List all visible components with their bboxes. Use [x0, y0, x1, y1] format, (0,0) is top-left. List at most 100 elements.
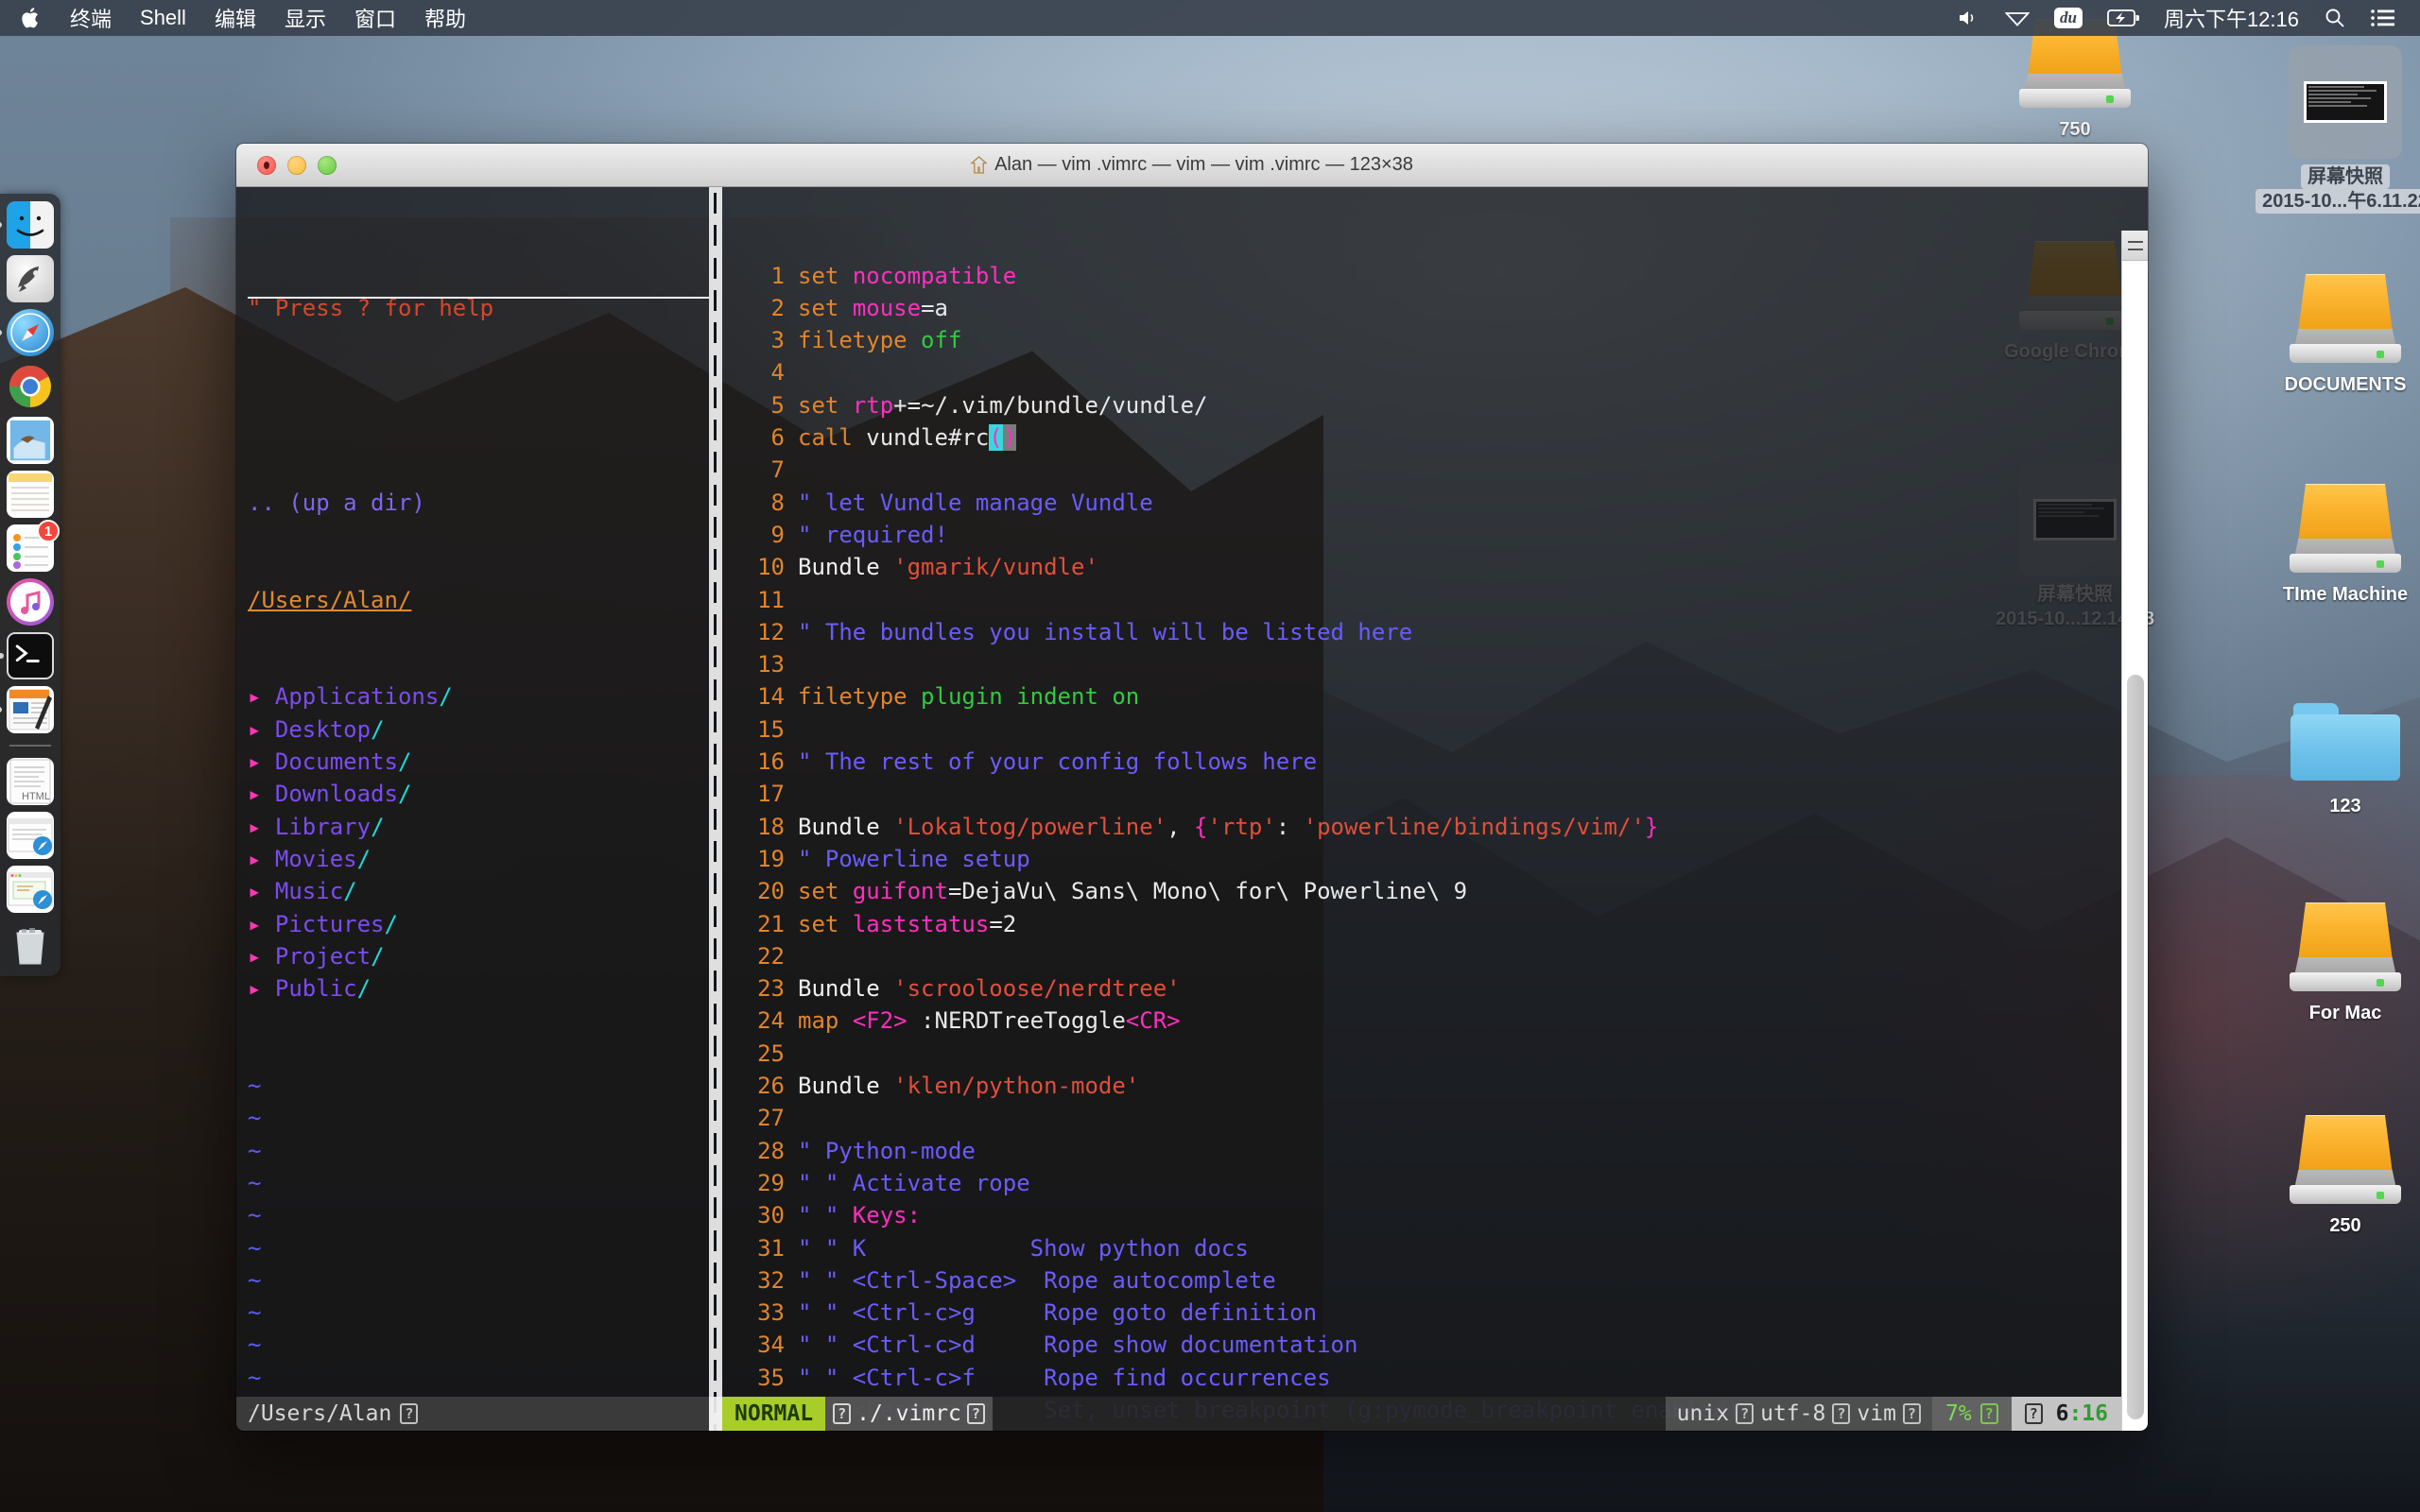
code-line-29[interactable]: 29 " " Activate rope	[722, 1167, 2148, 1199]
code-line-3[interactable]: 3 filetype off	[722, 324, 2148, 356]
code-line-28[interactable]: 28 " Python-mode	[722, 1135, 2148, 1167]
code-line-31[interactable]: 31 " " K Show python docs	[722, 1232, 2148, 1264]
code-line-6[interactable]: 6 call vundle#rc()	[722, 421, 2148, 454]
dock-item-safari-document-2[interactable]	[7, 866, 54, 913]
dock-item-trash[interactable]	[7, 919, 54, 967]
menu-item-view[interactable]: 显示	[285, 3, 326, 33]
nerdtree-item-project[interactable]: ▸ Project/	[248, 940, 709, 972]
menu-item-window[interactable]: 窗口	[354, 3, 396, 33]
code-line-9[interactable]: 9 " required!	[722, 519, 2148, 551]
desktop-icon-drive-750[interactable]: 750	[1985, 19, 2165, 142]
code-line-16[interactable]: 16 " The rest of your config follows here	[722, 746, 2148, 778]
menu-item-help[interactable]: 帮助	[424, 3, 466, 33]
code-line-19[interactable]: 19 " Powerline setup	[722, 843, 2148, 875]
split-bar-dash	[714, 193, 717, 214]
code-line-14[interactable]: 14 filetype plugin indent on	[722, 680, 2148, 713]
menu-bar-clock[interactable]: 周六下午12:16	[2164, 3, 2299, 33]
battery-charging-icon[interactable]	[2107, 9, 2139, 27]
code-line-17[interactable]: 17	[722, 778, 2148, 810]
line-number: 12	[757, 618, 785, 645]
code-line-15[interactable]: 15	[722, 713, 2148, 746]
dock-item-html-document[interactable]: HTML	[7, 758, 54, 805]
dock-item-reminders[interactable]: 1	[7, 520, 60, 572]
dock-item-safari-document-1[interactable]	[7, 812, 54, 859]
nerdtree-item-music[interactable]: ▸ Music/	[248, 875, 709, 907]
dock-item-safari[interactable]	[0, 309, 54, 356]
code-line-2[interactable]: 2 set mouse=a	[722, 292, 2148, 324]
code-line-24[interactable]: 24 map <F2> :NERDTreeToggle<CR>	[722, 1005, 2148, 1037]
code-line-12[interactable]: 12 " The bundles you install will be list…	[722, 616, 2148, 648]
notification-center-icon[interactable]	[2371, 8, 2395, 28]
window-scrollbar[interactable]	[2121, 231, 2148, 1431]
code-line-35[interactable]: 35 " " <Ctrl-c>f Rope find occurrences	[722, 1362, 2148, 1394]
code-line-13[interactable]: 13	[722, 648, 2148, 680]
nerdtree-item-documents[interactable]: ▸ Documents/	[248, 746, 709, 778]
code-line-30[interactable]: 30 " " Keys:	[722, 1199, 2148, 1231]
desktop-icon-drive-documents[interactable]: DOCUMENTS	[2256, 274, 2420, 397]
dock-item-notes[interactable]	[7, 471, 54, 518]
scrollbar-thumb[interactable]	[2127, 675, 2144, 1419]
nerdtree-item-public[interactable]: ▸ Public/	[248, 972, 709, 1005]
code-line-32[interactable]: 32 " " <Ctrl-Space> Rope autocomplete	[722, 1264, 2148, 1297]
dock-item-mail[interactable]	[7, 417, 54, 464]
code-line-7[interactable]: 7	[722, 454, 2148, 486]
code-line-22[interactable]: 22	[722, 940, 2148, 972]
nerdtree-empty-row: ~	[248, 1137, 262, 1164]
desktop-icon-folder-123[interactable]: 123	[2256, 699, 2420, 818]
dock-item-terminal[interactable]	[0, 632, 54, 679]
terminal-body[interactable]: " Press ? for help .. (up a dir) /Users/…	[236, 187, 2148, 1431]
terminal-title-bar[interactable]: Alan — vim .vimrc — vim — vim .vimrc — 1…	[236, 144, 2148, 187]
apple-logo-icon[interactable]	[21, 6, 42, 30]
dock-item-pages[interactable]	[0, 686, 54, 733]
menu-item-shell[interactable]: Shell	[140, 6, 186, 30]
nerdtree-item-desktop[interactable]: ▸ Desktop/	[248, 713, 709, 746]
code-line-18[interactable]: 18 Bundle 'Lokaltog/powerline', {'rtp': '…	[722, 811, 2148, 843]
dock-item-launchpad[interactable]	[7, 255, 54, 302]
nerdtree-item-library[interactable]: ▸ Library/	[248, 811, 709, 843]
nerdtree-pane[interactable]: " Press ? for help .. (up a dir) /Users/…	[236, 187, 709, 1431]
scrollbar-menu-icon[interactable]	[2122, 231, 2148, 261]
terminal-window[interactable]: Alan — vim .vimrc — vim — vim .vimrc — 1…	[236, 144, 2148, 1431]
code-line-20[interactable]: 20 set guifont=DejaVu\ Sans\ Mono\ for\ P…	[722, 875, 2148, 907]
menu-item-edit[interactable]: 编辑	[215, 3, 256, 33]
desktop-icon-drive-for-mac[interactable]: For Mac	[2256, 902, 2420, 1025]
code-line-23[interactable]: 23 Bundle 'scrooloose/nerdtree'	[722, 972, 2148, 1005]
code-line-34[interactable]: 34 " " <Ctrl-c>d Rope show documentation	[722, 1329, 2148, 1361]
code-line-25[interactable]: 25	[722, 1038, 2148, 1070]
du-input-badge[interactable]: du	[2053, 8, 2083, 28]
desktop-icon-drive-time-machine[interactable]: TIme Machine	[2256, 484, 2420, 607]
wifi-icon[interactable]	[2004, 9, 2030, 27]
code-line-1[interactable]: 1 set nocompatible	[722, 260, 2148, 292]
code-line-26[interactable]: 26 Bundle 'klen/python-mode'	[722, 1070, 2148, 1102]
nerdtree-empty-row: ~	[248, 1105, 262, 1132]
code-line-11[interactable]: 11	[722, 584, 2148, 616]
dock-item-finder[interactable]	[0, 201, 54, 249]
nerdtree-empty-row: ~	[248, 1234, 262, 1262]
volume-icon[interactable]	[1958, 8, 1980, 28]
code-line-33[interactable]: 33 " " <Ctrl-c>g Rope goto definition	[722, 1297, 2148, 1329]
dock-item-chrome[interactable]	[7, 363, 54, 410]
nerdtree-up-a-dir[interactable]: .. (up a dir)	[248, 487, 709, 519]
menu-item-terminal[interactable]: 终端	[70, 3, 112, 33]
code-token: " " <Ctrl-c>g Rope goto definition	[798, 1299, 1318, 1327]
code-line-4[interactable]: 4	[722, 356, 2148, 388]
nerdtree-item-applications[interactable]: ▸ Applications/	[248, 680, 709, 713]
nerdtree-item-downloads[interactable]: ▸ Downloads/	[248, 778, 709, 810]
code-line-10[interactable]: 10 Bundle 'gmarik/vundle'	[722, 551, 2148, 583]
nerdtree-root-path[interactable]: /Users/Alan/	[248, 584, 709, 616]
code-line-8[interactable]: 8 " let Vundle manage Vundle	[722, 487, 2148, 519]
code-line-21[interactable]: 21 set laststatus=2	[722, 908, 2148, 940]
search-icon[interactable]	[2324, 7, 2346, 29]
vim-editor-pane[interactable]: 1 set nocompatible 2 set mouse=a 3 filetype o…	[722, 187, 2148, 1431]
dock-item-itunes[interactable]	[7, 578, 54, 626]
desktop-icon-screenshot-1[interactable]: 屏幕快照 2015-10...午6.11.22	[2256, 45, 2420, 214]
code-token: set	[798, 262, 839, 289]
nerdtree-item-pictures[interactable]: ▸ Pictures/	[248, 908, 709, 940]
code-line-27[interactable]: 27	[722, 1102, 2148, 1134]
code-token: off	[921, 327, 962, 354]
nerdtree-item-movies[interactable]: ▸ Movies/	[248, 843, 709, 875]
desktop-icon-drive-250[interactable]: 250	[2256, 1115, 2420, 1238]
code-line-5[interactable]: 5 set rtp+=~/.vim/bundle/vundle/	[722, 389, 2148, 421]
